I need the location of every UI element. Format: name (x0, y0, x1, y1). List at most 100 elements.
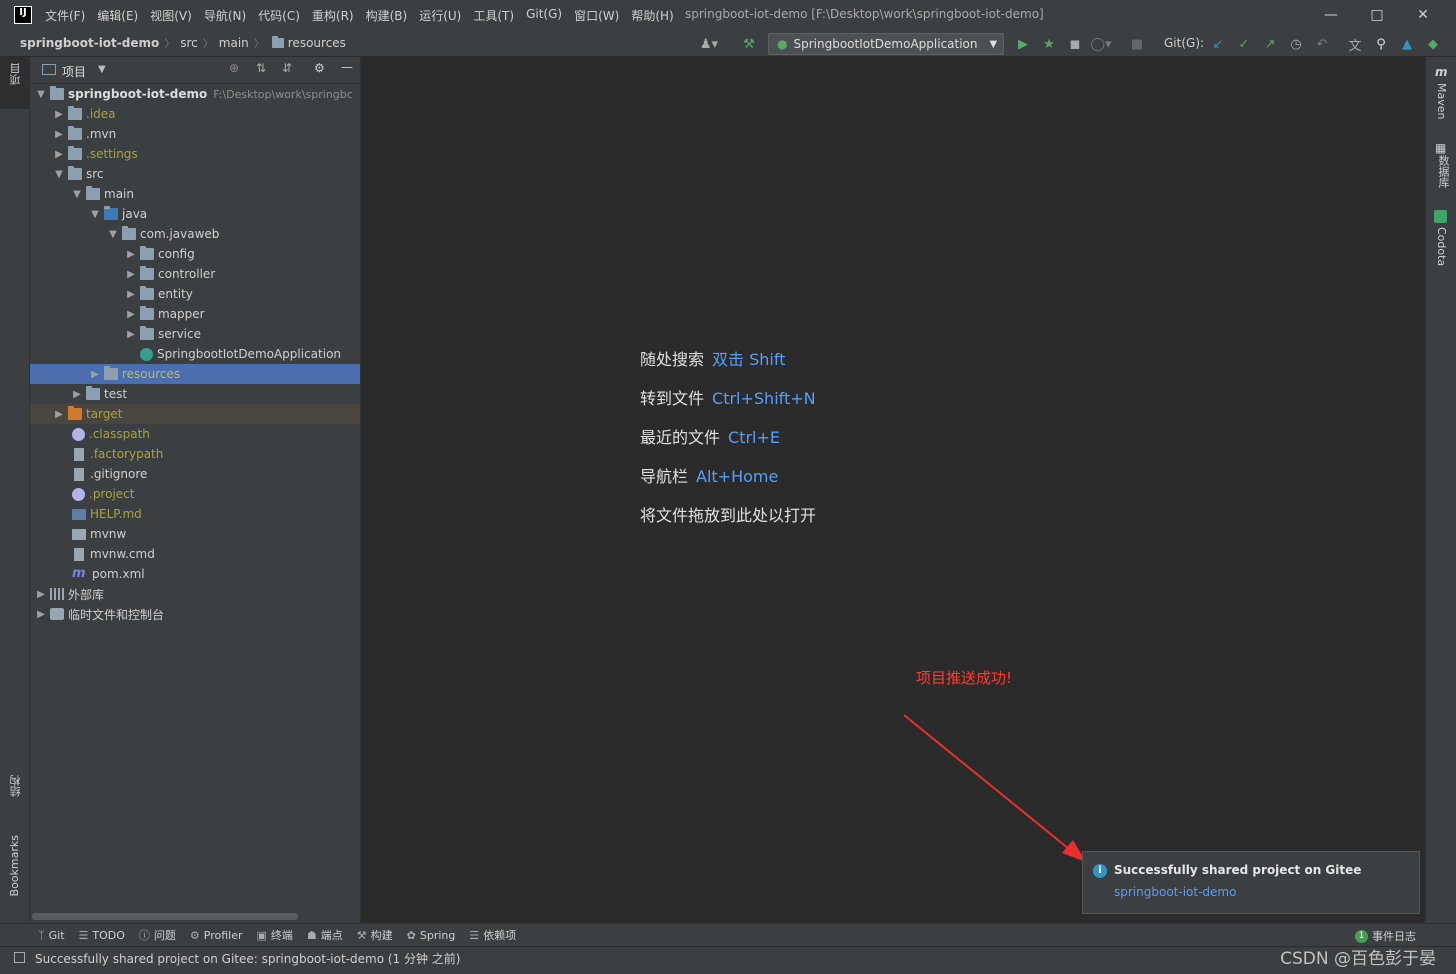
chevron-right-icon[interactable]: ▶ (124, 249, 138, 260)
close-button[interactable]: ✕ (1412, 5, 1434, 25)
tool-windows-toggle-icon[interactable] (14, 952, 25, 963)
project-view-title[interactable]: 项目 (62, 63, 86, 80)
breadcrumb-resources[interactable]: resources (288, 36, 346, 50)
tab-build[interactable]: ⚒ 构建 (357, 927, 393, 943)
maximize-button[interactable]: □ (1366, 5, 1388, 25)
maven-tab[interactable]: Maven (1435, 83, 1448, 119)
build-hammer-icon[interactable]: ⚒ (740, 35, 758, 53)
menu-tools[interactable]: 工具(T) (473, 7, 514, 24)
chevron-right-icon[interactable]: ▶ (124, 309, 138, 320)
tab-spring[interactable]: ✿ Spring (407, 929, 456, 942)
tree-item-src[interactable]: ▼ src (30, 164, 360, 184)
breadcrumb-project[interactable]: springboot-iot-demo (20, 36, 159, 50)
tree-item-resources[interactable]: ▶ resources (30, 364, 360, 384)
tree-item-entity[interactable]: ▶ entity (30, 284, 360, 304)
breadcrumb-main[interactable]: main (219, 36, 249, 50)
notification-balloon[interactable]: i Successfully shared project on Gitee s… (1082, 851, 1420, 914)
chevron-right-icon[interactable]: ▶ (124, 289, 138, 300)
tree-item-target[interactable]: ▶ target (30, 404, 360, 424)
menu-help[interactable]: 帮助(H) (631, 7, 673, 24)
tree-item-service[interactable]: ▶ service (30, 324, 360, 344)
tab-terminal[interactable]: ▣ 终端 (257, 927, 293, 943)
chevron-right-icon[interactable]: ▶ (124, 329, 138, 340)
search-icon[interactable]: ⚲ (1372, 35, 1390, 53)
coverage-icon[interactable]: ◼ (1066, 35, 1084, 53)
tree-item-application-class[interactable]: SpringbootIotDemoApplication (30, 344, 360, 364)
tree-item-gitignore[interactable]: .gitignore (30, 464, 360, 484)
menu-git[interactable]: Git(G) (526, 7, 562, 24)
structure-tab[interactable]: 结构 (8, 775, 24, 797)
chevron-right-icon[interactable]: ▶ (52, 129, 66, 140)
tree-item-project-root[interactable]: ▼ springboot-iot-demo F:\Desktop\work\sp… (30, 84, 360, 104)
tree-item-mvnw[interactable]: mvnw (30, 524, 360, 544)
menu-refactor[interactable]: 重构(R) (312, 7, 354, 24)
locate-icon[interactable]: ⊕ (229, 61, 239, 75)
status-message[interactable]: Successfully shared project on Gitee: sp… (35, 950, 460, 967)
debug-icon[interactable]: ★ (1040, 35, 1058, 53)
tree-item-factorypath[interactable]: .factorypath (30, 444, 360, 464)
menu-build[interactable]: 构建(B) (366, 7, 408, 24)
chevron-right-icon[interactable]: ▶ (52, 149, 66, 160)
tree-item-classpath[interactable]: .classpath (30, 424, 360, 444)
menu-navigate[interactable]: 导航(N) (204, 7, 246, 24)
tab-todo[interactable]: ☰ TODO (79, 929, 125, 942)
menu-edit[interactable]: 编辑(E) (97, 7, 138, 24)
tab-profiler[interactable]: ⚙ Profiler (190, 929, 243, 942)
tree-item-external-libraries[interactable]: ▶ 外部库 (30, 584, 360, 604)
menu-code[interactable]: 代码(C) (258, 7, 300, 24)
tree-item-pom-xml[interactable]: m pom.xml (30, 564, 360, 584)
tab-event-log[interactable]: 1 事件日志 (1355, 928, 1416, 944)
horizontal-scrollbar[interactable] (32, 913, 298, 920)
tab-endpoints[interactable]: ☗ 端点 (307, 927, 343, 943)
chevron-right-icon[interactable]: ▶ (34, 609, 48, 620)
plugin-icon[interactable]: ◆ (1424, 35, 1442, 53)
translate-icon[interactable]: 文 (1346, 35, 1364, 54)
tab-dependencies[interactable]: ☰ 依赖项 (469, 927, 516, 943)
tree-item-scratches[interactable]: ▶ 临时文件和控制台 (30, 604, 360, 624)
tab-git[interactable]: ᛉ Git (38, 929, 65, 942)
git-commit-icon[interactable]: ✓ (1235, 35, 1253, 53)
chevron-down-icon[interactable]: ▼ (70, 189, 84, 200)
database-tab[interactable]: 数据库 (1435, 155, 1451, 188)
hide-icon[interactable]: — (341, 60, 353, 74)
tree-item-help-md[interactable]: HELP.md (30, 504, 360, 524)
tree-item-com-javaweb[interactable]: ▼ com.javaweb (30, 224, 360, 244)
git-push-icon[interactable]: ↗ (1261, 35, 1279, 53)
git-update-icon[interactable]: ↙ (1209, 35, 1227, 53)
tree-item-project-file[interactable]: .project (30, 484, 360, 504)
menu-run[interactable]: 运行(U) (419, 7, 461, 24)
gear-icon[interactable]: ⚙ (314, 61, 325, 75)
tree-item-config[interactable]: ▶ config (30, 244, 360, 264)
tree-item-java[interactable]: ▼ java (30, 204, 360, 224)
project-tab-active[interactable]: 项目 (0, 57, 30, 109)
menu-view[interactable]: 视图(V) (150, 7, 192, 24)
tree-item-mvn[interactable]: ▶ .mvn (30, 124, 360, 144)
tree-item-settings[interactable]: ▶ .settings (30, 144, 360, 164)
menu-window[interactable]: 窗口(W) (574, 7, 619, 24)
run-configuration-select[interactable]: ● SpringbootIotDemoApplication ▼ (768, 33, 1004, 55)
chevron-down-icon[interactable]: ▼ (106, 229, 120, 240)
tree-item-idea[interactable]: ▶ .idea (30, 104, 360, 124)
profile-icon[interactable]: ◯▾ (1090, 35, 1111, 53)
notification-link[interactable]: springboot-iot-demo (1114, 885, 1236, 899)
chevron-right-icon[interactable]: ▶ (52, 409, 66, 420)
tab-problems[interactable]: ⓘ 问题 (139, 927, 176, 943)
chevron-down-icon[interactable]: ▼ (98, 64, 106, 75)
bookmarks-tab[interactable]: Bookmarks (8, 835, 21, 896)
chevron-down-icon[interactable]: ▼ (34, 89, 48, 100)
minimize-button[interactable]: — (1320, 5, 1342, 25)
update-icon[interactable]: ▲ (1398, 35, 1416, 53)
expand-all-icon[interactable]: ⇅ (256, 61, 266, 75)
chevron-right-icon[interactable]: ▶ (52, 109, 66, 120)
tree-item-test[interactable]: ▶ test (30, 384, 360, 404)
chevron-down-icon[interactable]: ▼ (52, 169, 66, 180)
user-icon[interactable]: ♟▾ (700, 35, 718, 53)
tree-item-controller[interactable]: ▶ controller (30, 264, 360, 284)
rollback-icon[interactable]: ↶ (1313, 35, 1331, 53)
chevron-right-icon[interactable]: ▶ (70, 389, 84, 400)
menu-file[interactable]: 文件(F) (45, 7, 85, 24)
chevron-right-icon[interactable]: ▶ (34, 589, 48, 600)
collapse-all-icon[interactable]: ⇵ (282, 61, 292, 75)
codota-tab[interactable]: Codota (1435, 227, 1448, 266)
tree-item-main[interactable]: ▼ main (30, 184, 360, 204)
